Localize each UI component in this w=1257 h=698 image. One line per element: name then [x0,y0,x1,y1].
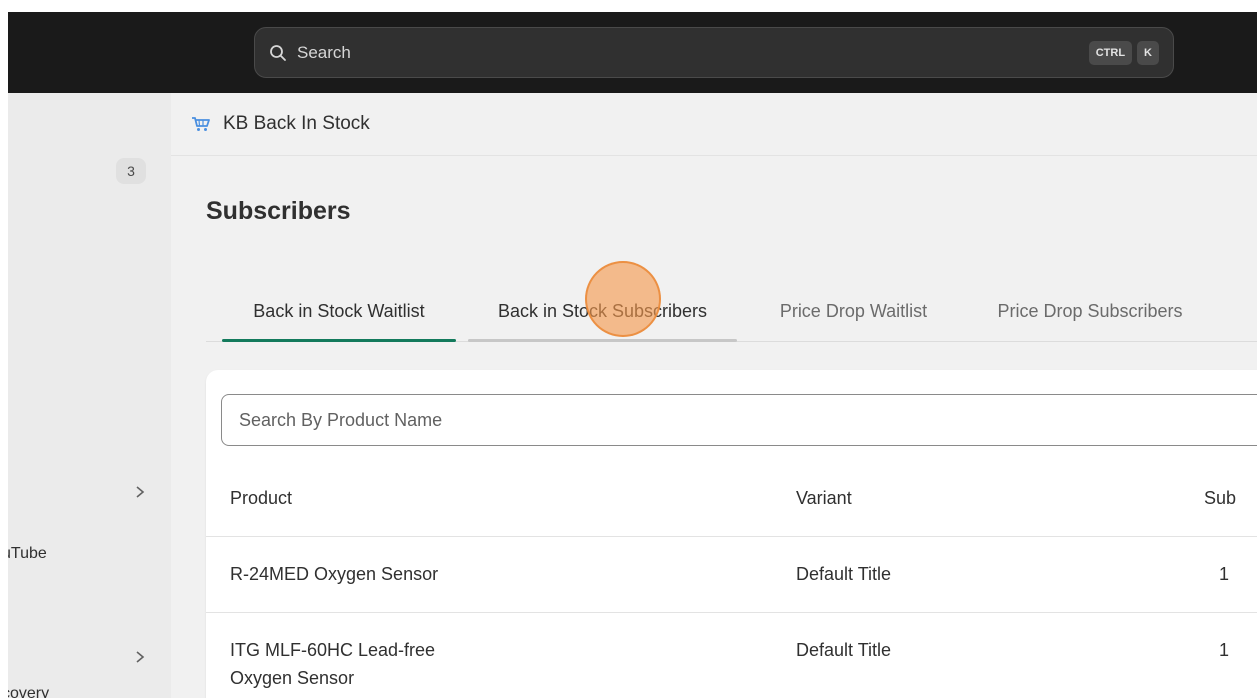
main-content: KB Back In Stock Subscribers Back in Sto… [171,93,1257,698]
page-title: Subscribers [206,197,351,225]
global-search-placeholder: Search [297,42,351,62]
shortcut-key-ctrl: CTRL [1088,40,1133,65]
chevron-right-icon[interactable] [134,650,146,664]
tab-underline [468,339,737,342]
top-bar: Search CTRL K [8,12,1257,93]
row-divider [206,612,1257,613]
row-divider [206,536,1257,537]
tab-label: Price Drop Subscribers [997,300,1183,321]
shortcut-key-k: K [1137,40,1159,65]
subscriber-count: 1 [1219,564,1230,584]
sidebar-item-discovery[interactable]: covery [8,685,49,698]
sidebar-item-youtube[interactable]: uTube [8,545,47,563]
product-name: ITG MLF-60HC Lead-free [230,640,436,660]
tab-label: Price Drop Waitlist [779,300,928,321]
column-header-variant: Variant [796,488,852,508]
screen-frame: Search CTRL K 3 uTube covery [8,12,1257,698]
app-name: KB Back In Stock [223,113,370,134]
tab-underline [222,339,456,342]
subscribers-table-card: Search By Product Name Product Variant S… [206,370,1257,698]
tab-price-drop-waitlist[interactable]: Price Drop Waitlist [751,280,956,342]
tab-back-in-stock-waitlist[interactable]: Back in Stock Waitlist [222,280,456,342]
subscriber-count: 1 [1219,640,1230,660]
variant-name: Default Title [796,564,892,584]
column-header-subscribers: Sub [1204,488,1237,508]
variant-name: Default Title [796,640,892,660]
tab-bar: Back in Stock Waitlist Back in Stock Sub… [206,280,1257,342]
global-search-bar[interactable]: Search CTRL K [254,27,1174,78]
tab-price-drop-subscribers[interactable]: Price Drop Subscribers [974,280,1206,342]
click-indicator [585,261,661,337]
search-icon [269,44,287,62]
shopping-cart-icon [191,116,211,132]
product-name-continued: Oxygen Sensor [230,668,355,688]
tab-label: Back in Stock Waitlist [253,300,425,321]
sidebar-count-badge: 3 [116,158,146,184]
product-search-input[interactable]: Search By Product Name [221,394,1257,446]
product-name: R-24MED Oxygen Sensor [230,564,439,584]
product-search-placeholder: Search By Product Name [239,409,443,430]
column-header-product: Product [230,488,293,508]
chevron-right-icon[interactable] [134,485,146,499]
app-header: KB Back In Stock [171,93,1257,156]
sidebar: 3 uTube covery [8,93,171,698]
